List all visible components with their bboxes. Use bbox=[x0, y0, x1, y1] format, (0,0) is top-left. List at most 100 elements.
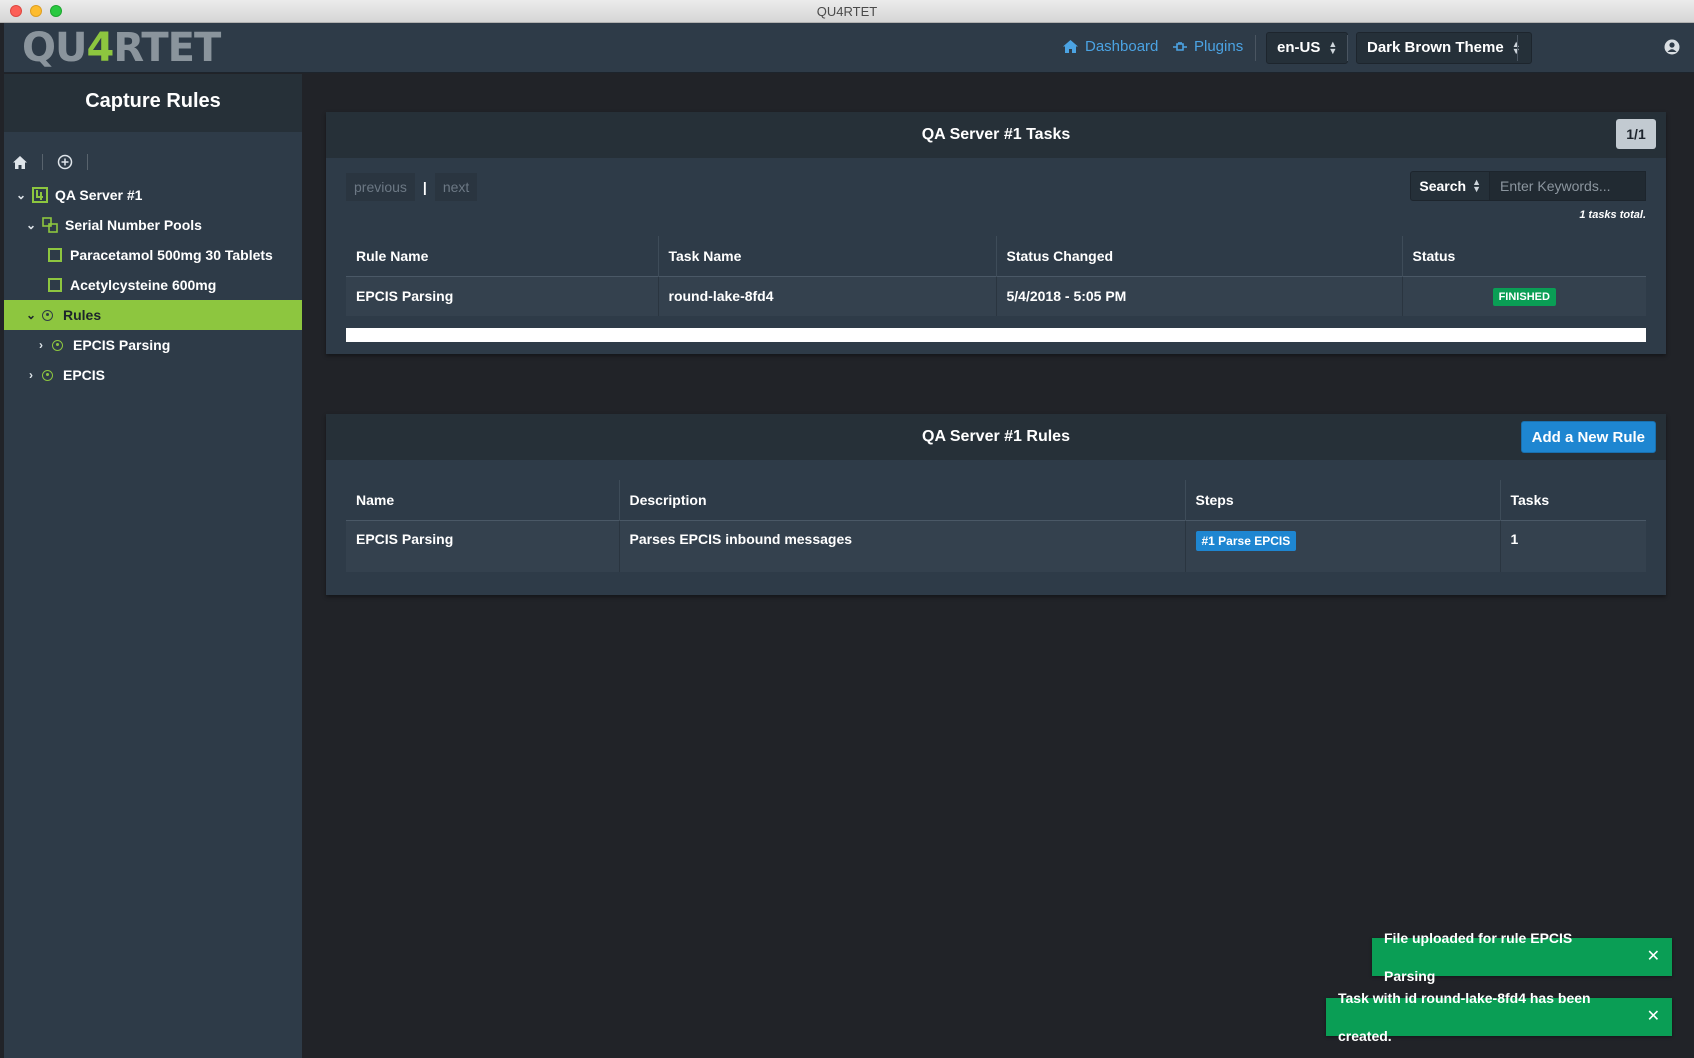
user-icon[interactable] bbox=[1664, 38, 1680, 56]
step-badge[interactable]: #1 Parse EPCIS bbox=[1195, 530, 1297, 551]
status-badge: FINISHED bbox=[1492, 287, 1556, 306]
tree-item-qa-server[interactable]: ⌄ QA Server #1 bbox=[4, 180, 302, 210]
logo-text-left: QU bbox=[22, 25, 87, 71]
rule-tasks-cell: 1 bbox=[1500, 519, 1646, 572]
tree-item-rule-epcis-parsing[interactable]: › EPCIS Parsing bbox=[4, 330, 302, 360]
tasks-panel-title: QA Server #1 Tasks bbox=[921, 126, 1071, 143]
locale-select[interactable]: en-US ▲ ▼ bbox=[1266, 32, 1349, 64]
nav-divider bbox=[1517, 35, 1518, 61]
column-header[interactable]: Task Name bbox=[658, 236, 997, 276]
table-header-row: Name Description Steps Tasks bbox=[346, 480, 1646, 520]
tree-item-label: EPCIS bbox=[63, 367, 106, 383]
column-header[interactable]: Status bbox=[1402, 236, 1646, 276]
page-indicator: 1/1 bbox=[1616, 119, 1656, 149]
toast-message: Task with id round-lake-8fd4 has been cr… bbox=[1338, 990, 1591, 1044]
dashboard-label: Dashboard bbox=[1085, 38, 1159, 55]
tree-item-serial-number-pools[interactable]: ⌄ Serial Number Pools bbox=[4, 210, 302, 240]
table-row[interactable]: EPCIS Parsing round-lake-8fd4 5/4/2018 -… bbox=[346, 275, 1646, 316]
target-icon bbox=[52, 339, 63, 351]
tree-item-rules[interactable]: ⌄ Rules bbox=[4, 300, 302, 330]
previous-page-button[interactable]: previous bbox=[346, 173, 415, 201]
sidebar-toolbar bbox=[12, 154, 88, 170]
tree-item-label: Serial Number Pools bbox=[65, 217, 202, 233]
table-scroll-area bbox=[346, 328, 1646, 342]
rules-panel-header: QA Server #1 Rules Add a New Rule bbox=[326, 414, 1666, 460]
toolbar-divider bbox=[42, 154, 43, 170]
sort-updown-icon: ▲▼ bbox=[1472, 177, 1481, 194]
sort-updown-icon: ▲▼ bbox=[1328, 39, 1338, 56]
tasks-panel-header: QA Server #1 Tasks 1/1 bbox=[326, 112, 1666, 158]
close-icon[interactable]: ✕ bbox=[1647, 938, 1660, 976]
search-input[interactable] bbox=[1490, 171, 1646, 201]
minimize-window-button[interactable] bbox=[30, 5, 42, 17]
close-icon[interactable]: ✕ bbox=[1647, 998, 1660, 1036]
plugins-link[interactable]: Plugins bbox=[1172, 38, 1243, 55]
add-circle-icon[interactable] bbox=[57, 154, 73, 170]
close-window-button[interactable] bbox=[10, 5, 22, 17]
column-header[interactable]: Tasks bbox=[1500, 480, 1646, 520]
next-page-button[interactable]: next bbox=[434, 173, 478, 201]
rules-panel-title: QA Server #1 Rules bbox=[922, 428, 1070, 445]
target-icon bbox=[42, 309, 53, 321]
top-navbar: QU4RTET Dashboard Plugins en-US ▲ ▼ Dark … bbox=[4, 23, 1694, 73]
table-row[interactable]: EPCIS Parsing Parses EPCIS inbound messa… bbox=[346, 519, 1646, 572]
rule-name-cell[interactable]: EPCIS Parsing bbox=[346, 519, 620, 572]
search-field-select[interactable]: Search ▲ ▼ bbox=[1410, 171, 1490, 201]
app-window: QU4RTET QU4RTET Dashboard Plugins en-US … bbox=[0, 0, 1694, 1058]
toast-notification: Task with id round-lake-8fd4 has been cr… bbox=[1326, 990, 1672, 1044]
theme-select[interactable]: Dark Brown Theme ▲▼ bbox=[1356, 32, 1532, 64]
quartet-server-icon bbox=[32, 187, 48, 203]
dashboard-link[interactable]: Dashboard bbox=[1062, 38, 1158, 55]
chevron-right-icon[interactable]: › bbox=[34, 330, 48, 360]
tree-item-label: EPCIS Parsing bbox=[73, 337, 171, 353]
zoom-window-button[interactable] bbox=[50, 5, 62, 17]
chevron-down-icon[interactable]: ⌄ bbox=[24, 300, 38, 330]
pagination: previous | next bbox=[346, 172, 478, 202]
nav-divider bbox=[1255, 35, 1256, 61]
tasks-total: 1 tasks total. bbox=[1579, 209, 1646, 221]
plugins-label: Plugins bbox=[1194, 38, 1244, 55]
tree-item-epcis[interactable]: › EPCIS bbox=[4, 360, 302, 390]
status-changed-cell: 5/4/2018 - 5:05 PM bbox=[996, 275, 1403, 316]
tree-item-label: QA Server #1 bbox=[55, 187, 143, 203]
task-search: Search ▲ ▼ bbox=[1410, 171, 1646, 201]
target-icon bbox=[42, 369, 53, 381]
plug-icon bbox=[1173, 41, 1187, 51]
app-logo[interactable]: QU4RTET bbox=[22, 25, 221, 71]
window-titlebar: QU4RTET bbox=[0, 0, 1694, 23]
pools-icon bbox=[42, 217, 58, 233]
toast-notification: File uploaded for rule EPCIS Parsing ✕ bbox=[1372, 930, 1672, 984]
chevron-down-icon[interactable]: ⌄ bbox=[14, 180, 28, 210]
nav-divider bbox=[1347, 35, 1348, 61]
home-icon bbox=[1063, 40, 1078, 53]
home-icon[interactable] bbox=[12, 155, 28, 170]
rule-name-cell: EPCIS Parsing bbox=[346, 275, 659, 316]
logo-text-four: 4 bbox=[86, 25, 114, 71]
tasks-panel: QA Server #1 Tasks 1/1 previous | next S… bbox=[326, 112, 1666, 354]
theme-value: Dark Brown Theme bbox=[1367, 39, 1504, 56]
column-header[interactable]: Status Changed bbox=[996, 236, 1403, 276]
chevron-down-icon[interactable]: ⌄ bbox=[24, 210, 38, 240]
status-cell: FINISHED bbox=[1402, 275, 1646, 316]
tree-item-pool-paracetamol[interactable]: Paracetamol 500mg 30 Tablets bbox=[4, 240, 302, 270]
window-title: QU4RTET bbox=[816, 4, 878, 19]
chevron-right-icon[interactable]: › bbox=[24, 360, 38, 390]
rules-table: Name Description Steps Tasks EPCIS Parsi… bbox=[346, 480, 1646, 572]
task-name-cell[interactable]: round-lake-8fd4 bbox=[658, 275, 997, 316]
rule-steps-cell: #1 Parse EPCIS bbox=[1185, 519, 1501, 572]
rule-description-cell: Parses EPCIS inbound messages bbox=[619, 519, 1186, 572]
tree-item-label: Paracetamol 500mg 30 Tablets bbox=[70, 247, 273, 263]
toolbar-divider bbox=[87, 154, 88, 170]
sidebar-title: Capture Rules bbox=[4, 74, 302, 132]
pool-square-icon bbox=[48, 278, 62, 292]
column-header[interactable]: Name bbox=[346, 480, 620, 520]
rules-panel: QA Server #1 Rules Add a New Rule Name D… bbox=[326, 414, 1666, 595]
pagination-separator: | bbox=[422, 179, 427, 195]
column-header[interactable]: Rule Name bbox=[346, 236, 659, 276]
tree-item-pool-acetylcysteine[interactable]: Acetylcysteine 600mg bbox=[4, 270, 302, 300]
tree-item-label: Rules bbox=[63, 307, 102, 323]
add-new-rule-button[interactable]: Add a New Rule bbox=[1520, 421, 1656, 453]
locale-value: en-US bbox=[1277, 39, 1321, 56]
column-header[interactable]: Steps bbox=[1185, 480, 1501, 520]
column-header[interactable]: Description bbox=[619, 480, 1186, 520]
